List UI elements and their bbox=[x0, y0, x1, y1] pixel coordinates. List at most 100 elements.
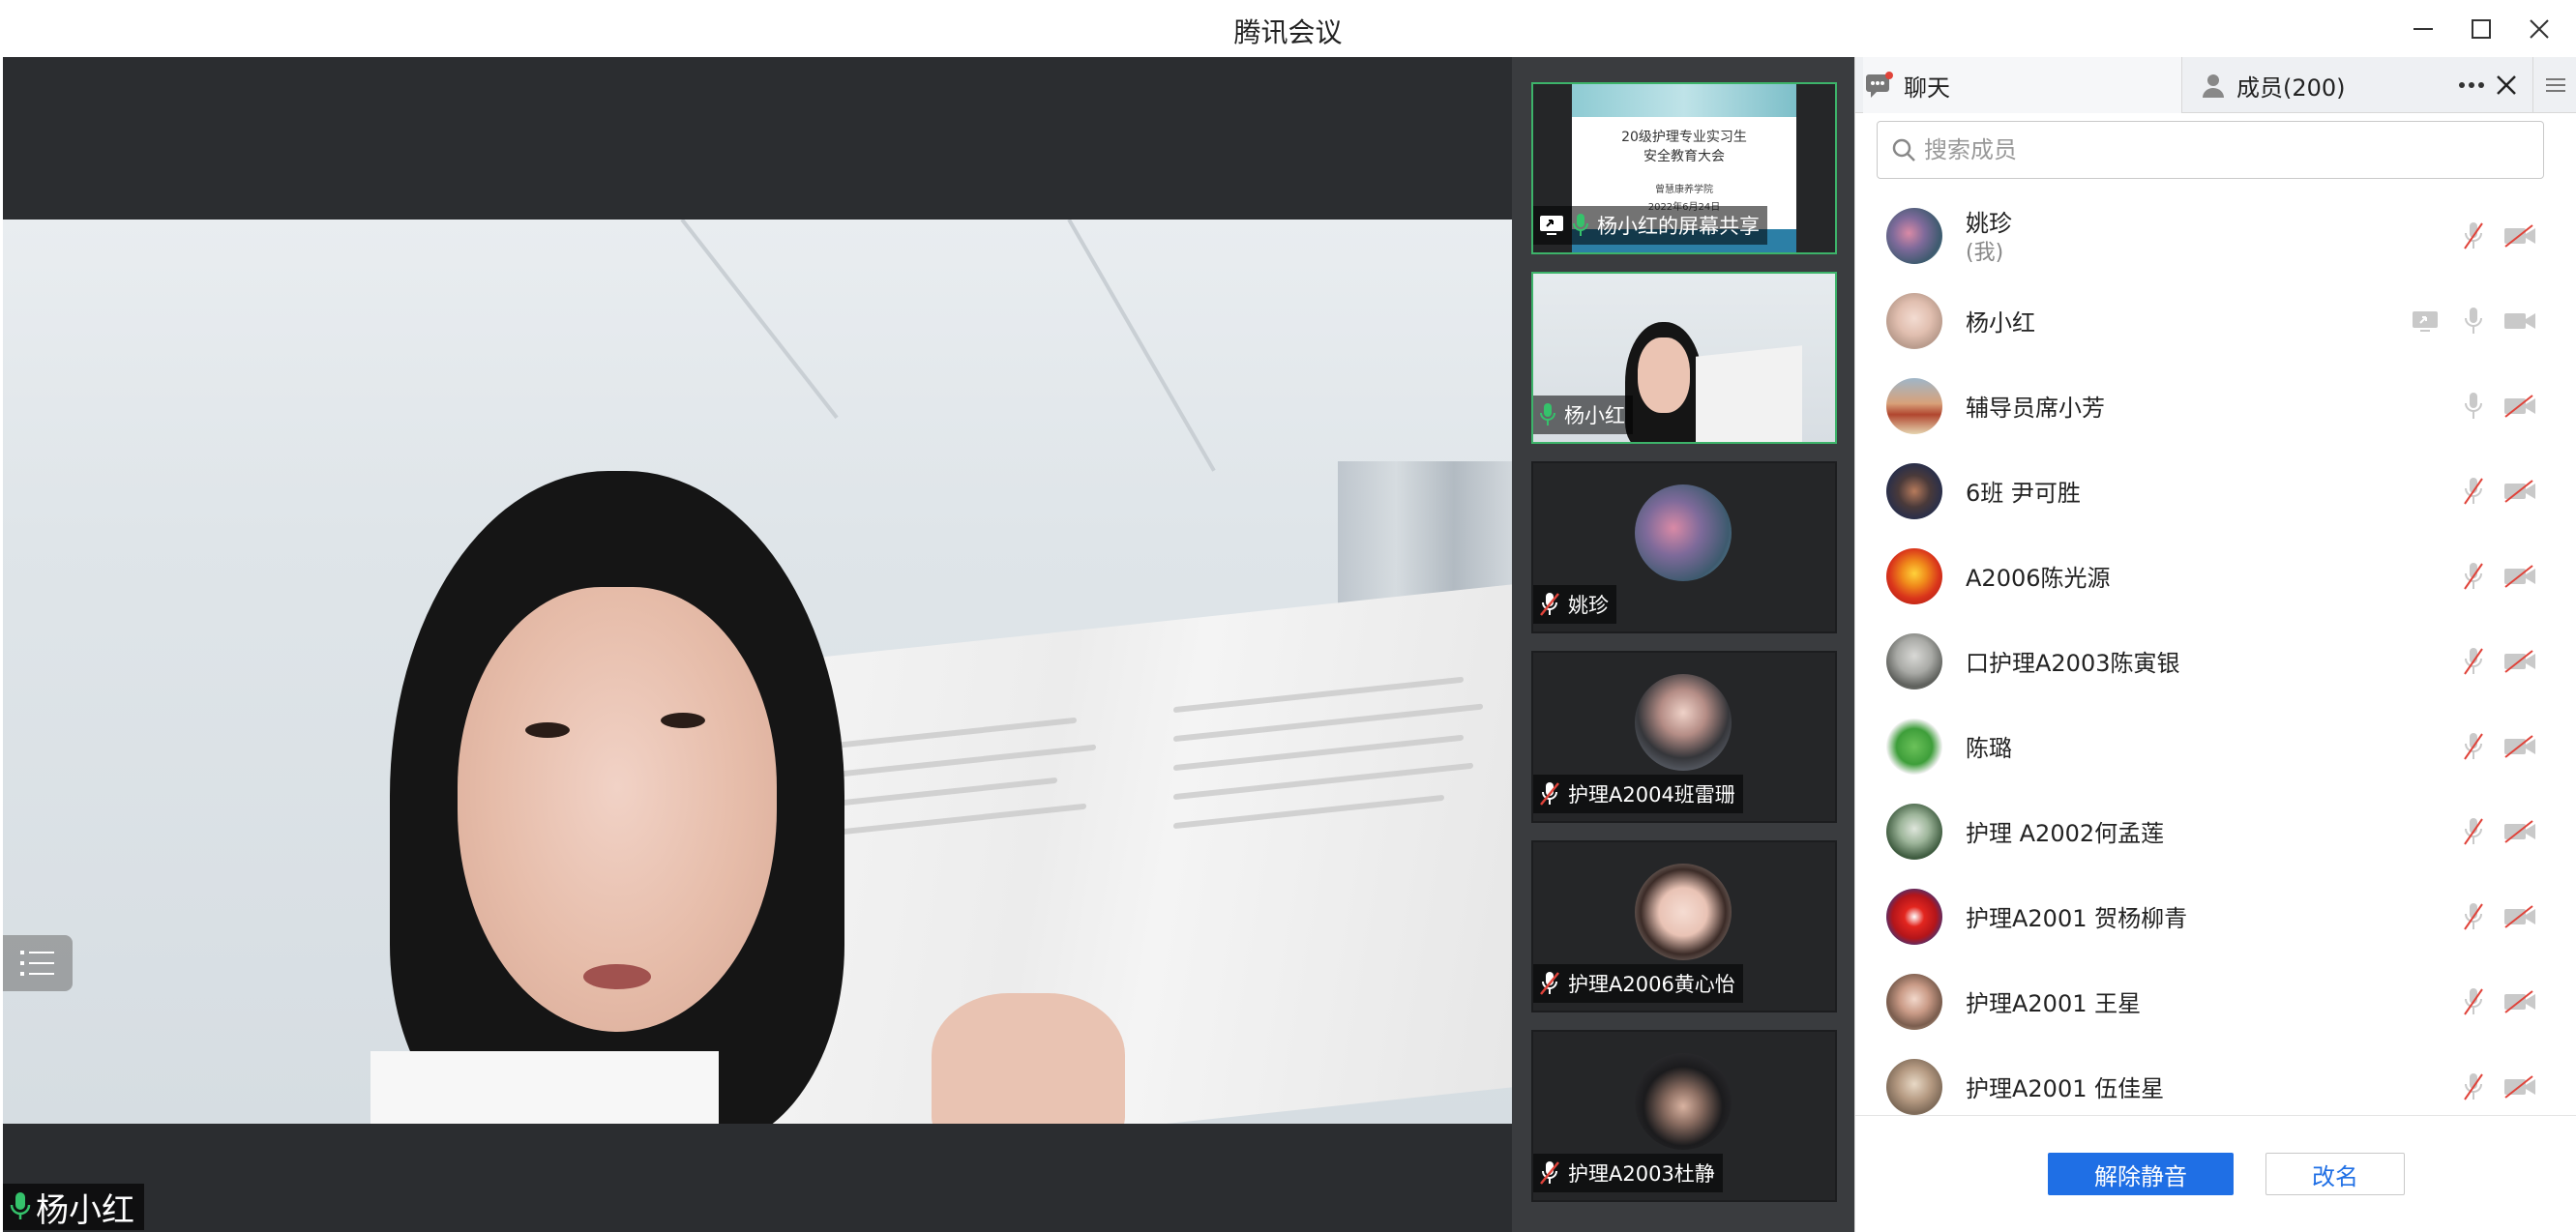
panel-footer: 解除静音 改名 bbox=[1855, 1115, 2576, 1232]
rename-button[interactable]: 改名 bbox=[2265, 1153, 2405, 1195]
screen-share-icon bbox=[1540, 216, 1563, 235]
slide-org: 曾慧康养学院 bbox=[1655, 185, 1713, 195]
avatar bbox=[1886, 804, 1942, 860]
camera-off-icon[interactable] bbox=[2503, 900, 2536, 933]
member-row[interactable]: 护理A2001 贺杨柳青 bbox=[1855, 873, 2576, 958]
thumbnail-name: 护理A2006黄心怡 bbox=[1568, 973, 1735, 996]
main-video-frame bbox=[3, 220, 1512, 1124]
thumb-book bbox=[1696, 345, 1802, 442]
camera-off-icon[interactable] bbox=[2503, 985, 2536, 1018]
member-name: 杨小红 bbox=[1966, 309, 2035, 337]
camera-off-icon[interactable] bbox=[2503, 815, 2536, 848]
avatar bbox=[1886, 719, 1942, 775]
search-input[interactable] bbox=[1924, 136, 2524, 163]
book-text-line bbox=[1173, 676, 1464, 714]
avatar bbox=[1635, 864, 1732, 960]
member-row[interactable]: 姚珍 (我) bbox=[1855, 192, 2576, 278]
avatar bbox=[1886, 548, 1942, 604]
avatar bbox=[1886, 293, 1942, 349]
members-panel: 聊天 成员(200) 姚珍 (我) 杨小红 bbox=[1854, 57, 2576, 1232]
thumbnail-label: 杨小红 bbox=[1533, 396, 1633, 434]
member-name: 护理 A2002何孟莲 bbox=[1966, 820, 2165, 847]
camera-off-icon[interactable] bbox=[2503, 645, 2536, 678]
close-panel-button[interactable] bbox=[2490, 57, 2523, 113]
mic-muted-icon bbox=[1540, 593, 1559, 616]
mic-muted-icon[interactable] bbox=[2457, 220, 2490, 252]
slide-header-band bbox=[1572, 84, 1796, 117]
camera-off-icon[interactable] bbox=[2503, 475, 2536, 508]
camera-off-icon[interactable] bbox=[2503, 1071, 2536, 1103]
mic-on-icon[interactable] bbox=[2457, 390, 2490, 423]
mic-on-icon[interactable] bbox=[2457, 305, 2490, 337]
minimize-icon bbox=[2413, 28, 2433, 30]
minimize-button[interactable] bbox=[2397, 8, 2449, 50]
thumbnail-label: 护理A2006黄心怡 bbox=[1533, 964, 1743, 1003]
thumbnail-name: 护理A2003杜静 bbox=[1568, 1162, 1715, 1186]
person-eye bbox=[525, 722, 570, 738]
mic-muted-icon bbox=[1540, 782, 1559, 806]
avatar bbox=[1635, 1053, 1732, 1150]
thumbnail-avatar[interactable]: 护理A2006黄心怡 bbox=[1531, 840, 1837, 1012]
member-name: 陈璐 bbox=[1966, 735, 2012, 762]
mic-muted-icon[interactable] bbox=[2457, 730, 2490, 763]
mic-on-icon bbox=[10, 1192, 31, 1219]
mic-muted-icon[interactable] bbox=[2457, 560, 2490, 593]
book-text-line bbox=[1173, 703, 1483, 743]
mic-muted-icon[interactable] bbox=[2457, 1071, 2490, 1103]
camera-on-icon[interactable] bbox=[2503, 305, 2536, 337]
screen-share-icon[interactable] bbox=[2409, 305, 2442, 337]
book-text-line bbox=[825, 717, 1077, 750]
member-row[interactable]: A2006陈光源 bbox=[1855, 533, 2576, 618]
chat-icon bbox=[1866, 72, 1893, 98]
member-name: 护理A2001 王星 bbox=[1966, 990, 2142, 1017]
thumbnail-screen-share[interactable]: 20级护理专业实习生 安全教育大会 曾慧康养学院 2022年6月24日 杨小红的… bbox=[1531, 82, 1837, 254]
member-row[interactable]: 6班 尹可胜 bbox=[1855, 448, 2576, 533]
tab-chat[interactable]: 聊天 bbox=[1863, 57, 2182, 113]
camera-off-icon[interactable] bbox=[2503, 560, 2536, 593]
book-text-line bbox=[825, 803, 1086, 837]
member-row[interactable]: 护理A2001 伍佳星 bbox=[1855, 1043, 2576, 1121]
thumbnail-avatar[interactable]: 护理A2003杜静 bbox=[1531, 1030, 1837, 1202]
list-toggle-button[interactable] bbox=[3, 935, 73, 991]
close-icon bbox=[2497, 75, 2516, 95]
avatar bbox=[1886, 633, 1942, 689]
person-icon bbox=[2203, 74, 2224, 98]
thumbnail-video[interactable]: 杨小红 bbox=[1531, 272, 1837, 444]
slide-title-line2: 安全教育大会 bbox=[1643, 149, 1725, 164]
member-row[interactable]: 杨小红 bbox=[1855, 278, 2576, 363]
close-icon bbox=[2530, 19, 2549, 39]
thumbnail-avatar[interactable]: 护理A2004班雷珊 bbox=[1531, 651, 1837, 823]
mic-muted-icon[interactable] bbox=[2457, 900, 2490, 933]
tab-chat-label: 聊天 bbox=[1904, 73, 1950, 102]
tab-members[interactable]: 成员(200) bbox=[2196, 57, 2447, 113]
close-window-button[interactable] bbox=[2513, 8, 2565, 50]
more-icon bbox=[2459, 82, 2484, 88]
mic-muted-icon[interactable] bbox=[2457, 475, 2490, 508]
member-name: 口护理A2003陈寅银 bbox=[1966, 650, 2180, 677]
unmute-button[interactable]: 解除静音 bbox=[2048, 1153, 2234, 1195]
panel-menu-button[interactable] bbox=[2532, 57, 2576, 113]
member-row[interactable]: 辅导员席小芳 bbox=[1855, 363, 2576, 448]
main-video-area[interactable]: 杨小红 bbox=[3, 57, 1512, 1232]
member-row[interactable]: 护理 A2002何孟莲 bbox=[1855, 788, 2576, 873]
book-text-line bbox=[825, 744, 1096, 779]
mic-muted-icon[interactable] bbox=[2457, 985, 2490, 1018]
member-search-box[interactable] bbox=[1877, 121, 2544, 179]
member-row[interactable]: 陈璐 bbox=[1855, 703, 2576, 788]
book-text-line bbox=[1173, 794, 1444, 830]
camera-off-icon[interactable] bbox=[2503, 730, 2536, 763]
thumbnail-avatar[interactable]: 姚珍 bbox=[1531, 461, 1837, 633]
title-bar: 腾讯会议 bbox=[0, 0, 2576, 57]
thumb-face bbox=[1638, 337, 1690, 413]
mic-muted-icon[interactable] bbox=[2457, 645, 2490, 678]
mic-muted-icon[interactable] bbox=[2457, 815, 2490, 848]
thumbnail-name: 杨小红的屏幕共享 bbox=[1597, 215, 1760, 238]
camera-off-icon[interactable] bbox=[2503, 390, 2536, 423]
maximize-button[interactable] bbox=[2455, 8, 2507, 50]
member-name: 辅导员席小芳 bbox=[1966, 395, 2105, 422]
more-button[interactable] bbox=[2455, 57, 2488, 113]
avatar bbox=[1886, 1059, 1942, 1115]
camera-off-icon[interactable] bbox=[2503, 220, 2536, 252]
member-row[interactable]: 口护理A2003陈寅银 bbox=[1855, 618, 2576, 703]
member-row[interactable]: 护理A2001 王星 bbox=[1855, 958, 2576, 1043]
